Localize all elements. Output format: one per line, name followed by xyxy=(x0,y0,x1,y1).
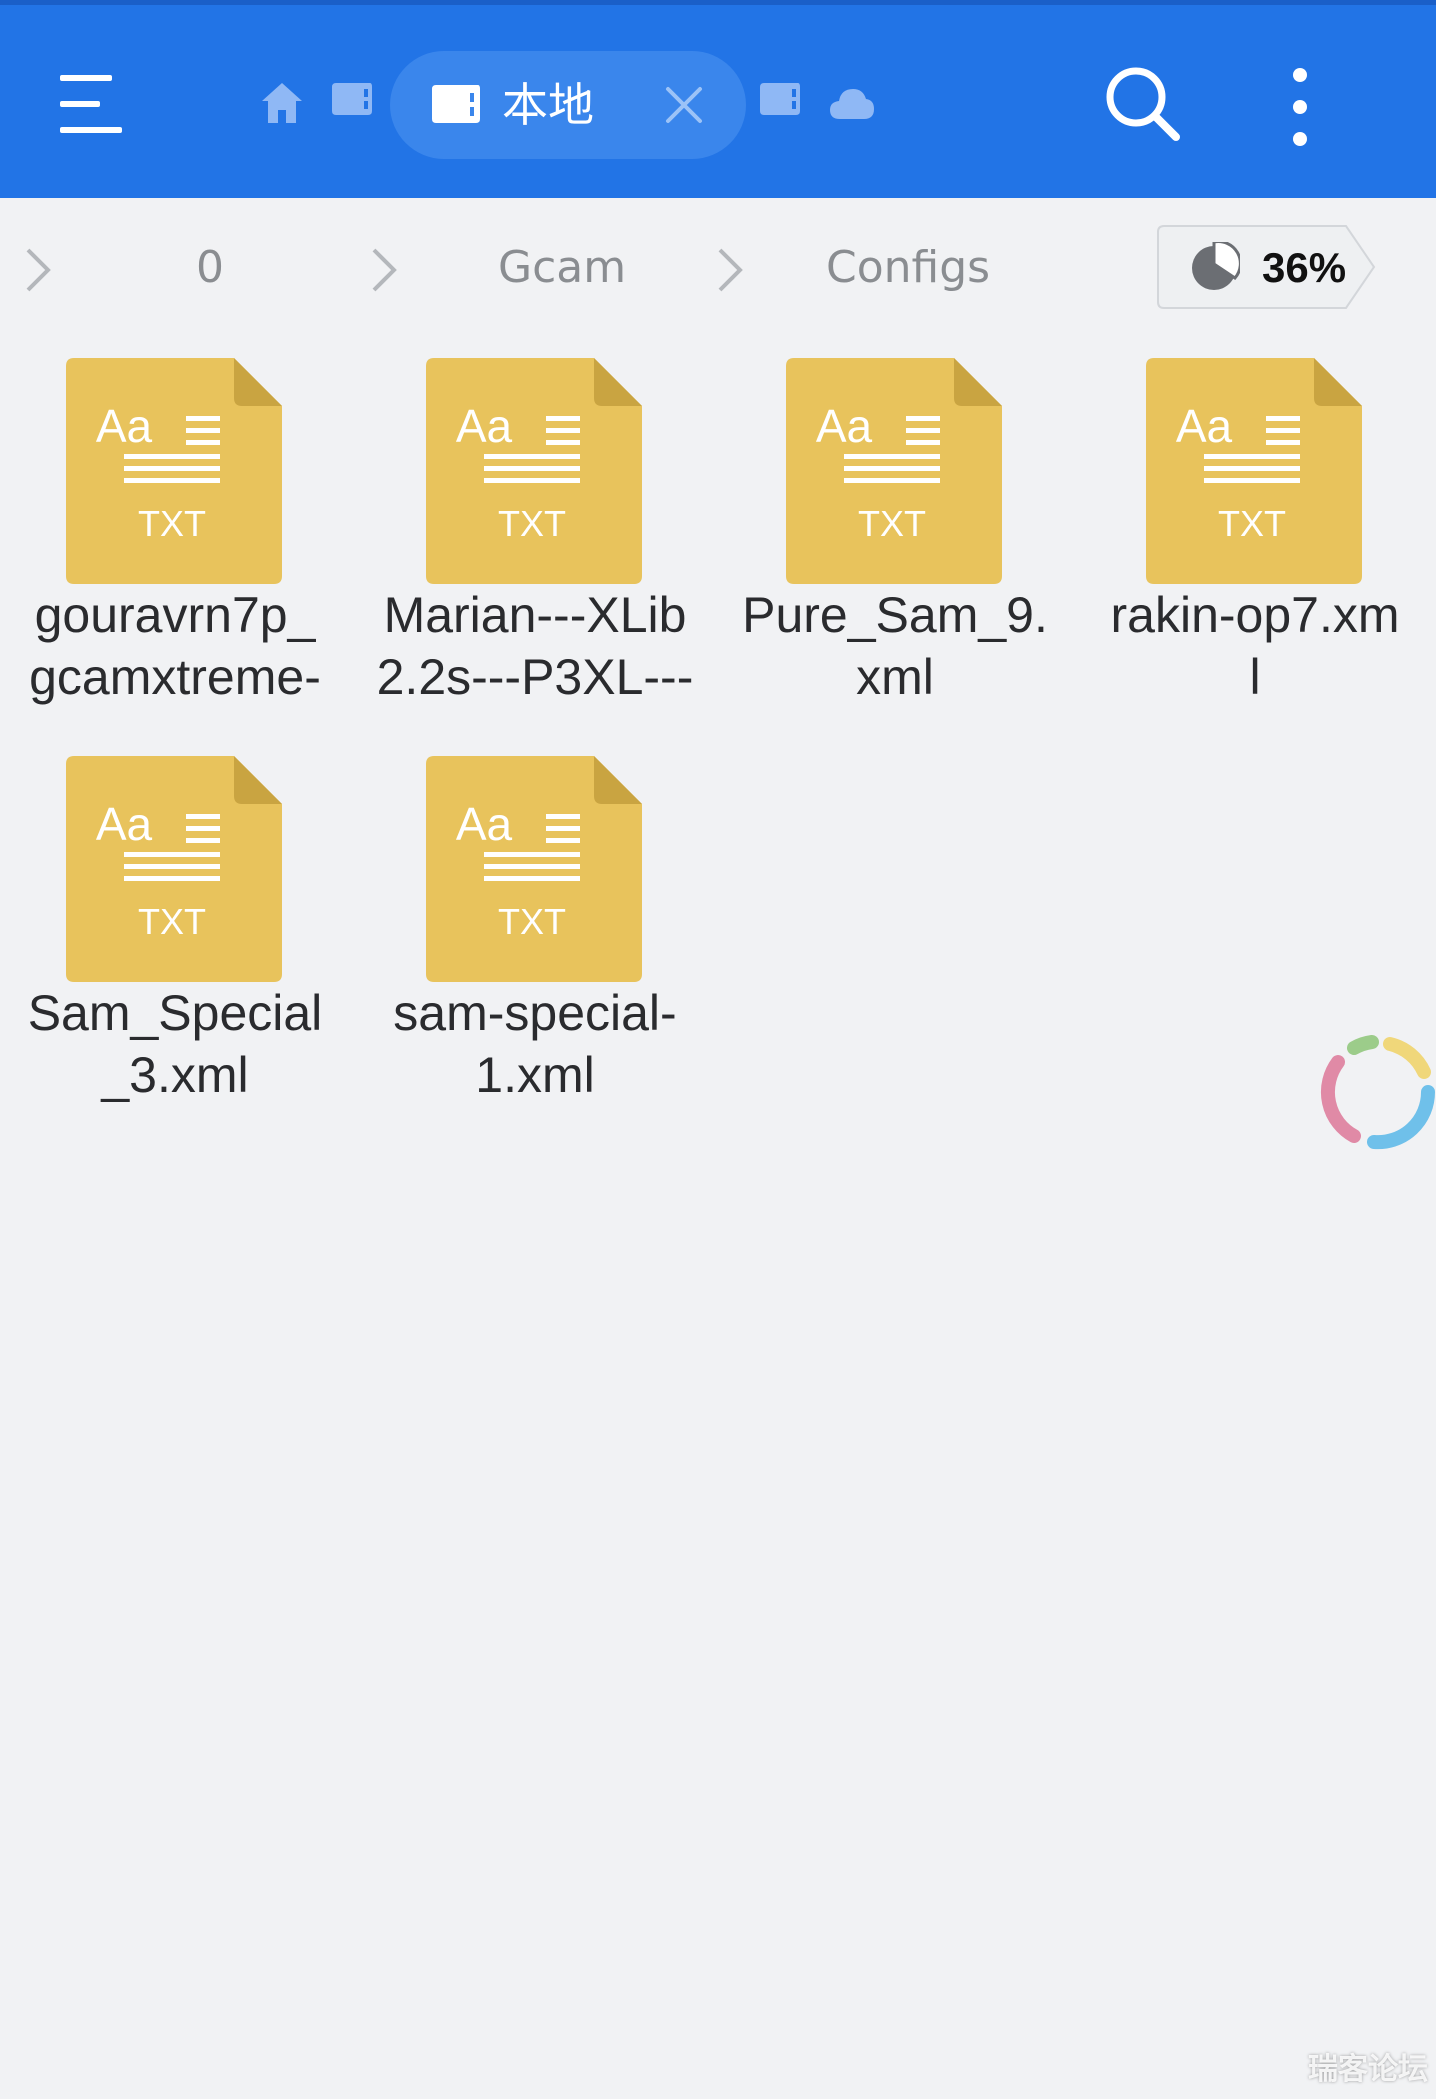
chevron-right-icon xyxy=(718,248,743,292)
menu-icon[interactable] xyxy=(52,67,132,141)
file-glyph: Aa xyxy=(96,400,153,452)
txt-file-icon: Aa TXT xyxy=(426,756,642,982)
file-type-label: TXT xyxy=(498,901,566,942)
file-type-label: TXT xyxy=(1218,503,1286,544)
file-glyph: Aa xyxy=(456,400,513,452)
breadcrumb-item-root[interactable]: 0 xyxy=(196,238,224,298)
storage-percent: 36% xyxy=(1262,244,1347,291)
file-type-label: TXT xyxy=(138,503,206,544)
file-glyph: Aa xyxy=(816,400,873,452)
txt-file-icon: Aa TXT xyxy=(426,358,642,584)
file-type-label: TXT xyxy=(138,901,206,942)
file-name: Pure_Sam_9. xml xyxy=(742,587,1048,705)
close-icon[interactable] xyxy=(660,81,708,129)
file-glyph: Aa xyxy=(96,798,153,850)
sd-card-icon[interactable] xyxy=(330,81,374,117)
storage-pie-icon xyxy=(1192,242,1240,290)
tab-label: 本地 xyxy=(502,78,594,132)
watermark: 瑞客论坛 xyxy=(1308,2052,1428,2087)
file-type-label: TXT xyxy=(858,503,926,544)
search-icon[interactable] xyxy=(1102,63,1186,147)
file-name: gouravrn7p_ gcamxtreme- xyxy=(29,587,321,705)
sd-card-icon[interactable] xyxy=(758,81,802,117)
tab-local-storage[interactable]: 本地 xyxy=(390,51,746,159)
more-vertical-icon[interactable] xyxy=(1276,65,1324,149)
cloud-icon[interactable] xyxy=(828,85,876,121)
top-app-bar: 本地 xyxy=(0,0,1436,198)
breadcrumb-item-configs[interactable]: Configs xyxy=(826,238,990,298)
sd-card-icon xyxy=(432,85,480,123)
storage-usage-badge[interactable]: 36% xyxy=(1156,224,1378,310)
txt-file-icon: Aa TXT xyxy=(786,358,1002,584)
file-glyph: Aa xyxy=(456,798,513,850)
file-name: Marian---XLib 2.2s---P3XL--- xyxy=(376,587,694,705)
txt-file-icon: Aa TXT xyxy=(1146,358,1362,584)
file-name: Sam_Special _3.xml xyxy=(27,985,323,1103)
loading-spinner-icon xyxy=(1320,1035,1436,1150)
breadcrumb: 0 Gcam Configs 36% xyxy=(0,198,1436,338)
file-type-label: TXT xyxy=(498,503,566,544)
chevron-right-icon xyxy=(372,248,397,292)
chevron-right-icon xyxy=(26,248,51,292)
file-name: rakin-op7.xm l xyxy=(1110,587,1400,705)
breadcrumb-item-gcam[interactable]: Gcam xyxy=(498,238,626,298)
file-glyph: Aa xyxy=(1176,400,1233,452)
txt-file-icon: Aa TXT xyxy=(66,358,282,584)
home-icon[interactable] xyxy=(258,79,306,127)
file-manager-screen: 本地 0 Gcam Configs 36% Aa TXT gouravrn7p_… xyxy=(0,0,1436,2099)
file-name: sam-special- 1.xml xyxy=(393,985,677,1103)
txt-file-icon: Aa TXT xyxy=(66,756,282,982)
